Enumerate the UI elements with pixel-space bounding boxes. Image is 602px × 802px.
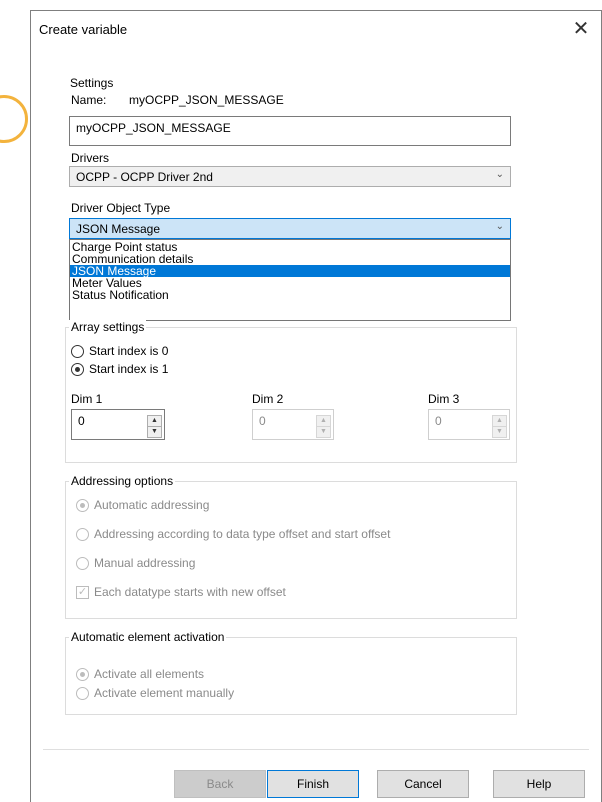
back-button[interactable]: Back <box>174 770 266 798</box>
finish-button[interactable]: Finish <box>267 770 359 798</box>
dim3-stepper[interactable]: 0 ▲ ▼ <box>428 409 510 440</box>
checkbox-new-offset-label: Each datatype starts with new offset <box>94 585 286 599</box>
radio-manual-addressing[interactable] <box>76 557 89 570</box>
close-icon[interactable]: ✕ <box>569 17 593 41</box>
name-input[interactable]: myOCPP_JSON_MESSAGE <box>69 116 511 146</box>
activation-label: Automatic element activation <box>69 630 227 644</box>
object-type-value: JSON Message <box>76 222 161 236</box>
create-variable-dialog: Create variable ✕ Settings Name: myOCPP_… <box>30 10 602 802</box>
drivers-label: Drivers <box>71 151 109 165</box>
dialog-title: Create variable <box>39 22 128 37</box>
array-settings-label: Array settings <box>69 320 147 334</box>
radio-activate-manually[interactable] <box>76 687 89 700</box>
chevron-down-icon: ⌄ <box>495 221 504 232</box>
settings-group-label: Settings <box>70 76 114 90</box>
spin-down-icon[interactable]: ▼ <box>316 426 331 438</box>
radio-start-index-1-label: Start index is 1 <box>89 362 169 376</box>
radio-activate-all-label: Activate all elements <box>94 667 205 681</box>
radio-automatic-addressing-label: Automatic addressing <box>94 498 210 512</box>
radio-offset-addressing-label: Addressing according to data type offset… <box>94 527 391 541</box>
radio-activate-all[interactable] <box>76 668 89 681</box>
drivers-value: OCPP - OCPP Driver 2nd <box>76 170 213 184</box>
dim3-label: Dim 3 <box>428 392 460 406</box>
radio-offset-addressing[interactable] <box>76 528 89 541</box>
checkbox-new-offset[interactable]: ✓ <box>76 586 89 599</box>
spin-down-icon[interactable]: ▼ <box>492 426 507 438</box>
spin-down-icon[interactable]: ▼ <box>147 426 162 438</box>
object-type-label: Driver Object Type <box>71 201 171 215</box>
dim1-stepper[interactable]: 0 ▲ ▼ <box>71 409 165 440</box>
radio-start-index-0[interactable] <box>71 345 84 358</box>
dim2-value: 0 <box>259 414 266 428</box>
radio-start-index-0-label: Start index is 0 <box>89 344 169 358</box>
radio-activate-manually-label: Activate element manually <box>94 686 235 700</box>
help-button[interactable]: Help <box>493 770 585 798</box>
object-type-select[interactable]: JSON Message ⌄ <box>69 218 511 239</box>
dim3-value: 0 <box>435 414 442 428</box>
radio-start-index-1[interactable] <box>71 363 84 376</box>
dim2-stepper[interactable]: 0 ▲ ▼ <box>252 409 334 440</box>
object-type-dropdown-list: Charge Point status Communication detail… <box>69 239 511 321</box>
name-label: Name: <box>71 93 107 107</box>
chevron-down-icon: ⌄ <box>495 169 504 180</box>
cancel-button[interactable]: Cancel <box>377 770 469 798</box>
radio-manual-addressing-label: Manual addressing <box>94 556 196 570</box>
radio-automatic-addressing[interactable] <box>76 499 89 512</box>
drivers-select[interactable]: OCPP - OCPP Driver 2nd ⌄ <box>69 166 511 187</box>
addressing-options-label: Addressing options <box>69 474 176 488</box>
dim1-label: Dim 1 <box>71 392 103 406</box>
dim2-label: Dim 2 <box>252 392 284 406</box>
footer-separator <box>43 749 589 750</box>
name-display: myOCPP_JSON_MESSAGE <box>129 93 284 107</box>
background-decoration <box>0 95 30 145</box>
title-bar[interactable]: Create variable ✕ <box>31 11 601 49</box>
dropdown-option[interactable]: Status Notification <box>70 289 510 301</box>
dim1-value: 0 <box>78 414 85 428</box>
